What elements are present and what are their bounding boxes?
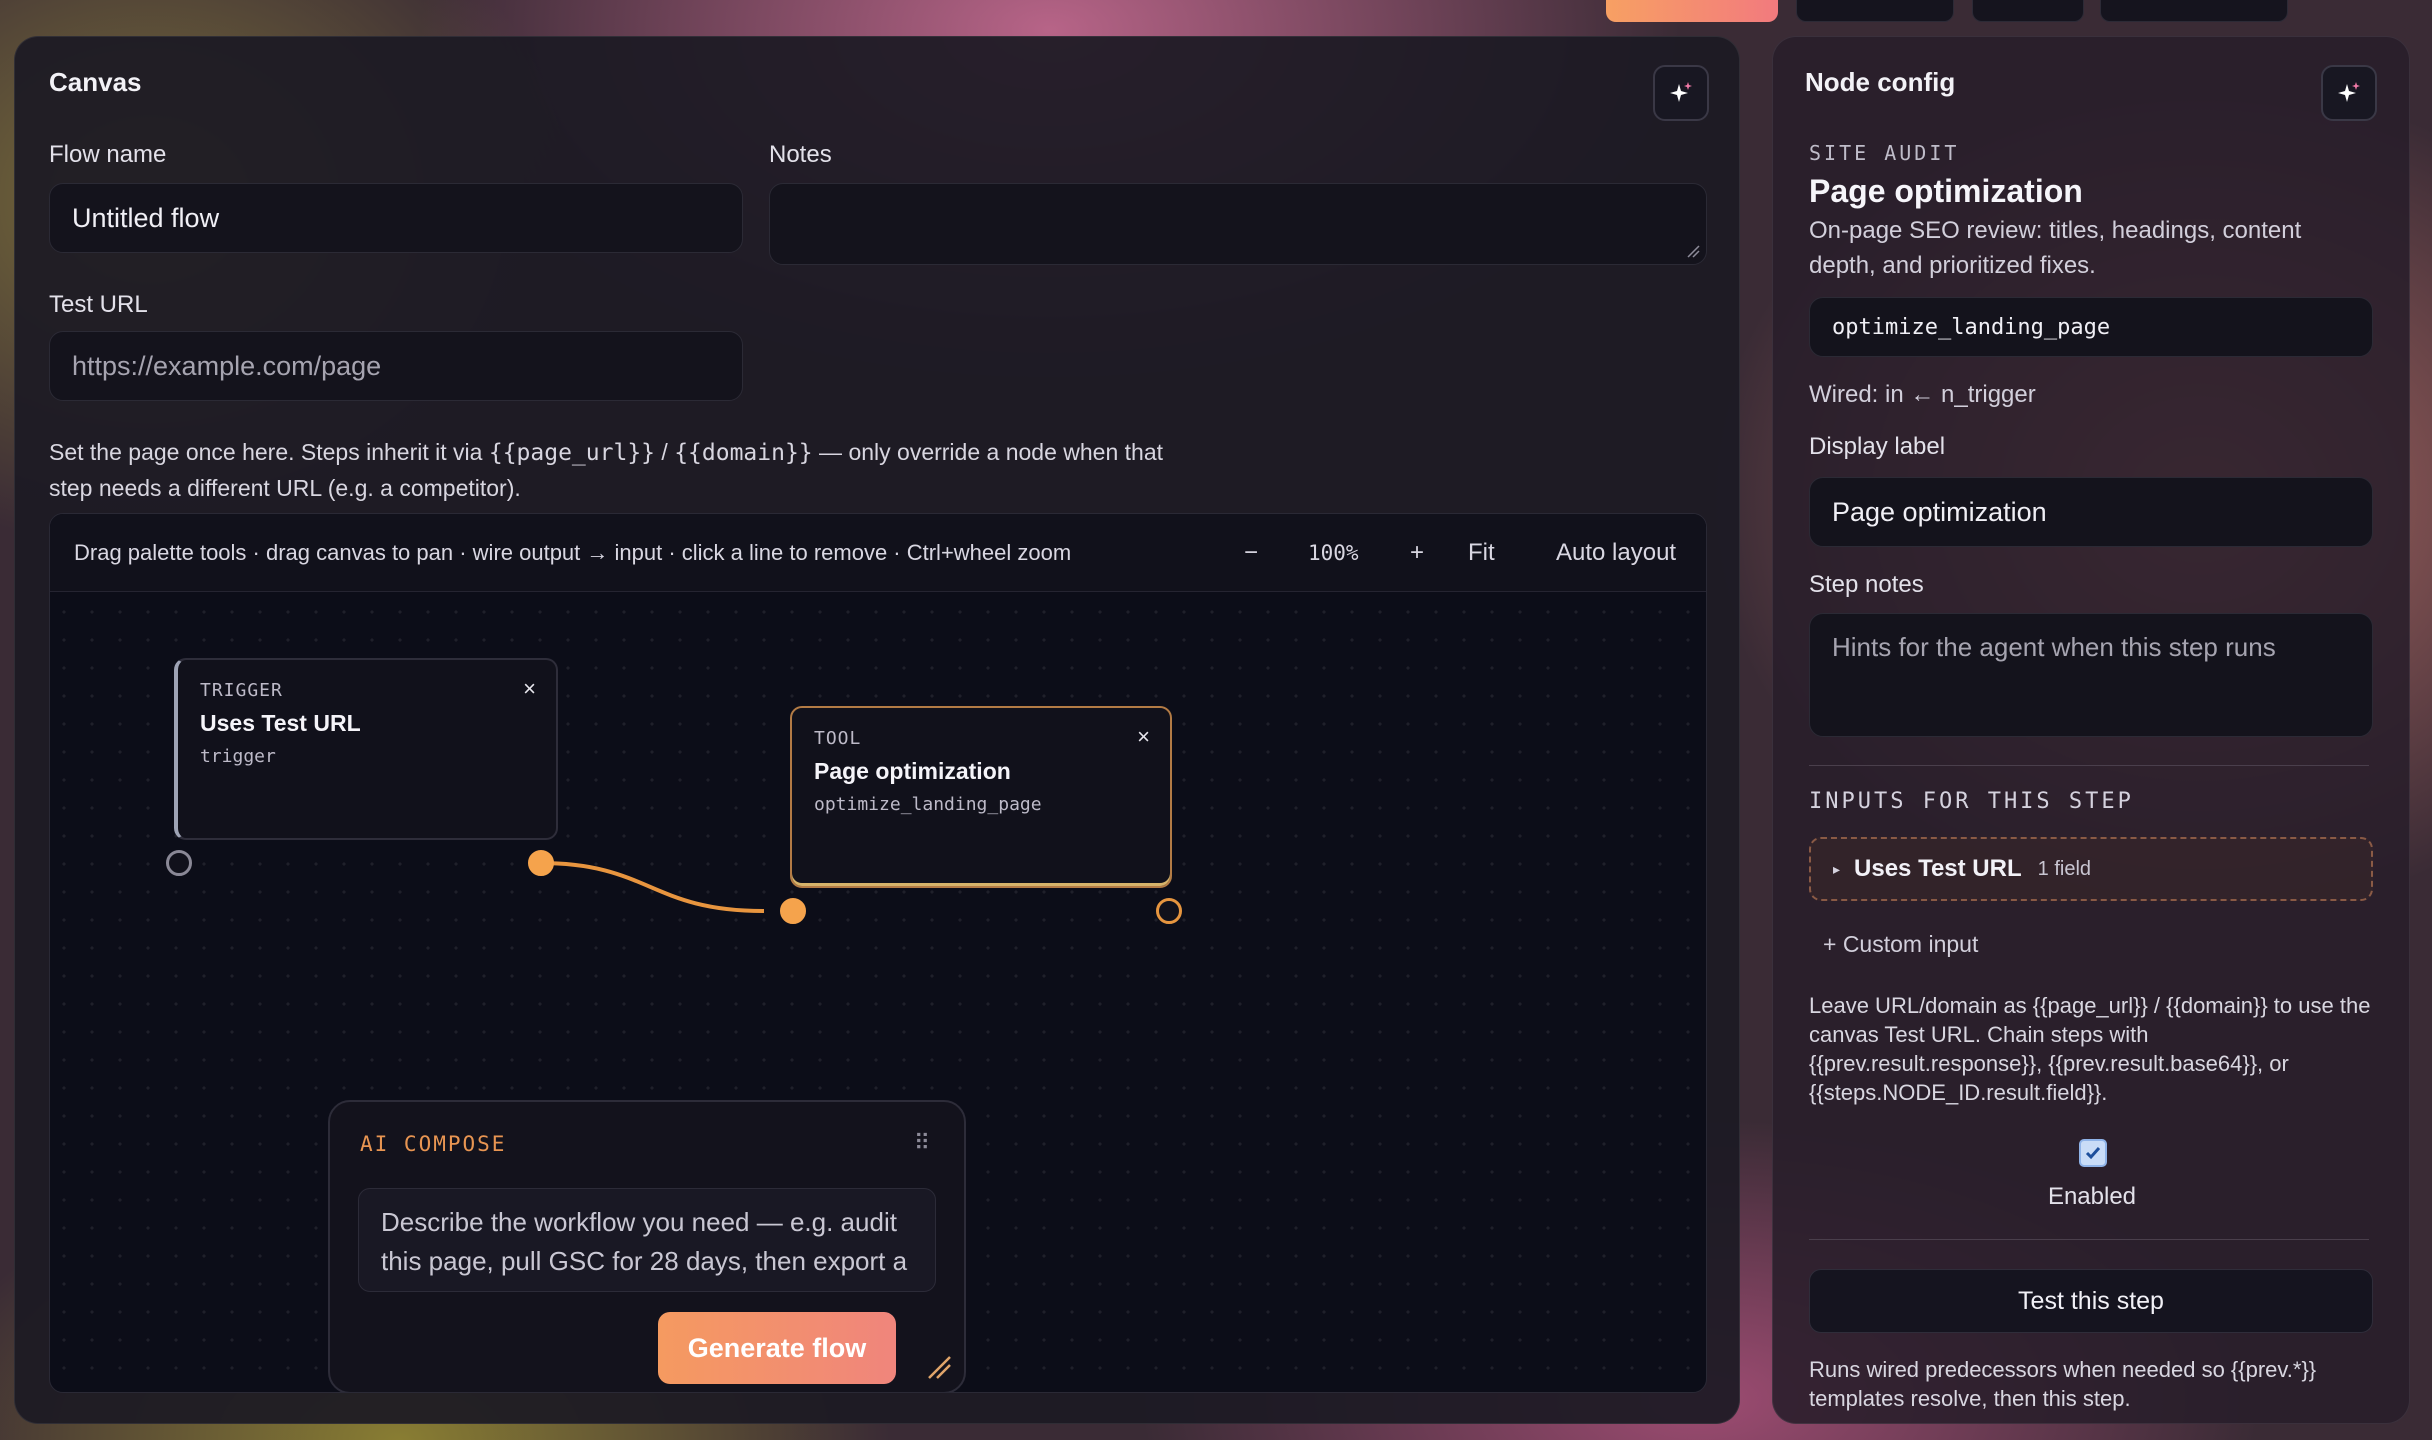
input-group-uses-test-url[interactable]: ▸ Uses Test URL 1 field (1809, 837, 2373, 901)
step-notes-textarea[interactable]: Hints for the agent when this step runs (1809, 613, 2373, 737)
notes-textarea[interactable] (769, 183, 1707, 265)
custom-input-button[interactable]: + Custom input (1823, 931, 1978, 958)
tool-output-port[interactable] (1156, 898, 1182, 924)
enabled-checkbox[interactable] (2079, 1139, 2107, 1167)
flow-name-input[interactable]: Untitled flow (49, 183, 743, 253)
test-url-label: Test URL (49, 291, 148, 318)
node-subtitle: trigger (200, 746, 276, 767)
display-label-input[interactable]: Page optimization (1809, 477, 2373, 547)
divider (1809, 1239, 2369, 1240)
ai-compose-panel: AI COMPOSE ⠿ Describe the workflow you n… (328, 1100, 966, 1392)
notes-label: Notes (769, 141, 832, 168)
top-button-1[interactable] (1796, 0, 1954, 22)
compose-prompt-input[interactable]: Describe the workflow you need — e.g. au… (358, 1188, 936, 1292)
resize-grip-icon[interactable] (1686, 244, 1700, 258)
node-subtitle: optimize_landing_page (814, 794, 1042, 815)
node-title: Page optimization (814, 758, 1011, 784)
sparkle-icon (2338, 82, 2360, 102)
test-step-button[interactable]: Test this step (1809, 1269, 2373, 1333)
domain-token: {{domain}} (674, 440, 813, 466)
trigger-output-port[interactable] (528, 850, 554, 876)
check-icon (2085, 1147, 2101, 1160)
display-label-label: Display label (1809, 433, 1946, 460)
tool-node[interactable]: TOOL Page optimization optimize_landing_… (790, 706, 1172, 888)
drag-handle-icon[interactable]: ⠿ (914, 1130, 930, 1156)
tool-id-field[interactable]: optimize_landing_page (1809, 297, 2373, 357)
node-kind: TOOL (814, 728, 862, 749)
node-config-panel: Node config SITE AUDIT Page optimization… (1772, 36, 2410, 1424)
canvas-title: Canvas (49, 67, 142, 97)
compose-title: AI COMPOSE (360, 1132, 507, 1156)
inputs-help: Leave URL/domain as {{page_url}} / {{dom… (1809, 993, 2371, 1105)
node-title: Page optimization (1809, 173, 2083, 209)
node-title: Uses Test URL (200, 710, 361, 736)
input-group-name: Uses Test URL (1854, 855, 2022, 882)
trigger-input-port[interactable] (166, 850, 192, 876)
expand-arrow-icon: ▸ (1833, 860, 1841, 877)
ai-assist-button[interactable] (1653, 65, 1709, 121)
top-button-3[interactable] (2100, 0, 2288, 22)
flow-canvas[interactable]: Drag palette tools · drag canvas to pan … (49, 513, 1707, 1393)
generate-flow-button[interactable]: Generate flow (658, 1312, 896, 1384)
node-description: On-page SEO review: titles, headings, co… (1809, 217, 2302, 279)
top-primary-button[interactable] (1606, 0, 1778, 22)
close-icon[interactable]: × (523, 676, 536, 702)
resize-grip-icon[interactable] (926, 1354, 952, 1380)
close-icon[interactable]: × (1137, 724, 1150, 750)
config-title: Node config (1805, 67, 1956, 97)
enabled-label: Enabled (2047, 1183, 2137, 1210)
test-url-input[interactable]: https://example.com/page (49, 331, 743, 401)
ai-assist-button[interactable] (2321, 65, 2377, 121)
test-step-help: Runs wired predecessors when needed so {… (1809, 1357, 2317, 1411)
flow-name-label: Flow name (49, 141, 167, 168)
input-group-count: 1 field (2037, 857, 2092, 880)
step-notes-label: Step notes (1809, 571, 1924, 598)
divider (1809, 765, 2369, 766)
sparkle-icon (1670, 82, 1692, 102)
node-category: SITE AUDIT (1809, 141, 1960, 165)
canvas-panel: Canvas Flow name Untitled flow Notes Tes… (14, 36, 1740, 1424)
wired-status: Wired: in ← n_trigger (1809, 381, 2036, 408)
tool-input-port[interactable] (780, 898, 806, 924)
node-kind: TRIGGER (200, 680, 283, 701)
page-url-token: {{page_url}} (488, 440, 656, 466)
trigger-node[interactable]: TRIGGER Uses Test URL trigger × (174, 658, 558, 840)
top-button-2[interactable] (1972, 0, 2084, 22)
test-url-help: Set the page once here. Steps inherit it… (49, 439, 1163, 501)
inputs-heading: INPUTS FOR THIS STEP (1809, 789, 2134, 814)
